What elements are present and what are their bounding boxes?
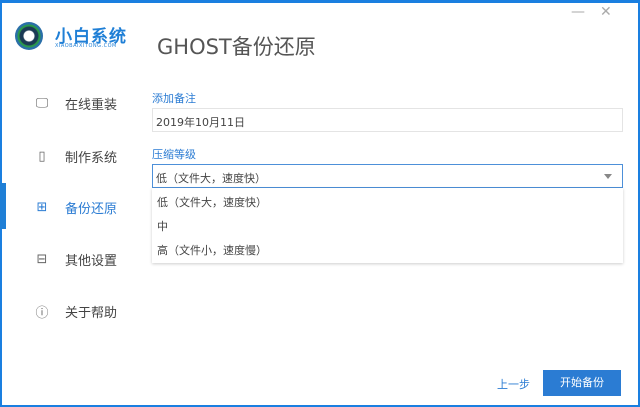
compression-dropdown: 低（文件大，速度快） 中 高（文件小，速度慢） (152, 188, 623, 263)
sidebar-item-label: 关于帮助 (65, 305, 118, 321)
chevron-down-icon (604, 174, 612, 179)
dropdown-option-high[interactable]: 高（文件小，速度慢） (152, 236, 623, 260)
sidebar-item-label: 制作系统 (65, 150, 118, 166)
sidebar-item-label: 其他设置 (65, 253, 118, 269)
page-title: GHOST备份还原 (157, 35, 316, 59)
minimize-button[interactable]: — (571, 4, 585, 20)
logo-icon (15, 22, 43, 50)
prev-step-link[interactable]: 上一步 (497, 376, 530, 392)
sidebar-item-label: 在线重装 (65, 97, 118, 113)
sidebar-item-online-reinstall[interactable]: 🖵 在线重装 (0, 83, 140, 123)
brand-subtitle: XIAOBAIXITONG.COM (55, 43, 117, 49)
compression-selected-value: 低（文件大，速度快） (156, 172, 266, 185)
sidebar-item-about-help[interactable]: ⓘ 关于帮助 (0, 291, 140, 331)
dropdown-option-medium[interactable]: 中 (152, 212, 623, 236)
info-icon: ⓘ (35, 305, 49, 321)
backup-icon: ⊞ (36, 199, 48, 215)
monitor-icon: 🖵 (35, 95, 49, 111)
dropdown-option-low[interactable]: 低（文件大，速度快） (152, 188, 623, 212)
sidebar-item-make-system[interactable]: ▯ 制作系统 (0, 136, 140, 176)
briefcase-icon: ⊟ (36, 251, 48, 267)
start-backup-button[interactable]: 开始备份 (543, 370, 621, 396)
compression-label: 压缩等级 (152, 148, 196, 161)
usb-icon: ▯ (38, 148, 46, 164)
close-button[interactable]: ✕ (600, 4, 612, 20)
note-input[interactable]: 2019年10月11日 (152, 108, 623, 132)
sidebar-item-other-settings[interactable]: ⊟ 其他设置 (0, 239, 140, 279)
note-label: 添加备注 (152, 92, 196, 105)
sidebar-item-label: 备份还原 (65, 201, 118, 217)
compression-select[interactable]: 低（文件大，速度快） (152, 164, 623, 188)
sidebar-item-backup-restore[interactable]: ⊞ 备份还原 (0, 187, 140, 227)
